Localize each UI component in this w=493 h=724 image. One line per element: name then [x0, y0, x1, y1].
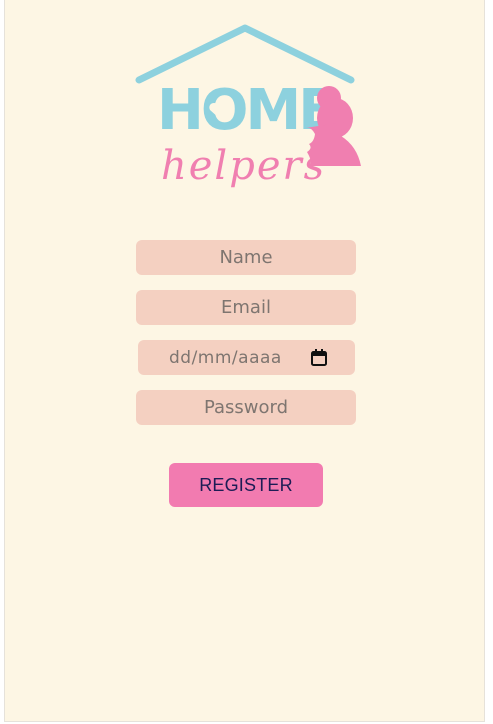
email-input[interactable]: [136, 290, 356, 325]
calendar-icon[interactable]: [311, 349, 327, 366]
svg-text:HOME: HOME: [157, 78, 333, 143]
home-helpers-logo: HOME helpers: [135, 24, 361, 189]
register-button[interactable]: REGISTER: [169, 463, 323, 507]
date-placeholder: dd/mm/aaaa: [169, 348, 282, 368]
svg-text:helpers: helpers: [161, 143, 326, 189]
app-frame: HOME helpers dd/mm/aaaa REGISTER: [4, 0, 485, 722]
name-input[interactable]: [136, 240, 356, 275]
date-input[interactable]: dd/mm/aaaa: [138, 340, 355, 375]
password-input[interactable]: [136, 390, 356, 425]
